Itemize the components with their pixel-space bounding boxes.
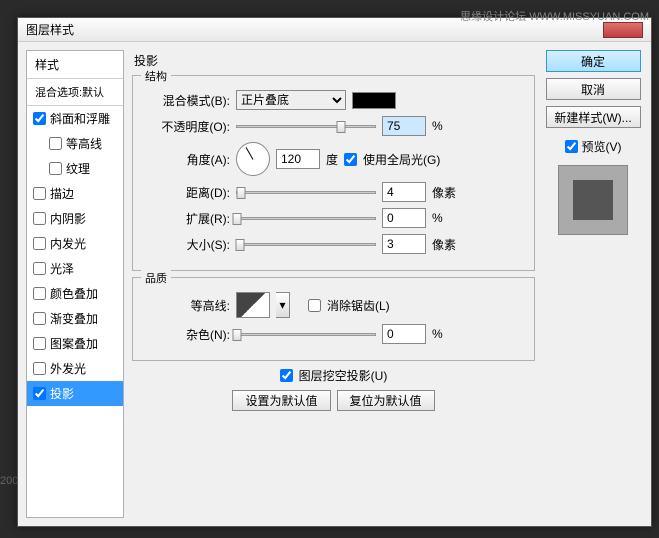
style-checkbox[interactable] xyxy=(33,362,46,375)
size-slider[interactable] xyxy=(236,243,376,246)
angle-input[interactable] xyxy=(276,149,320,169)
right-panel: 确定 取消 新建样式(W)... 预览(V) xyxy=(543,50,643,518)
size-label: 大小(S): xyxy=(145,236,230,253)
style-label: 内阴影 xyxy=(50,210,86,227)
shadow-color-swatch[interactable] xyxy=(352,92,396,109)
angle-label: 角度(A): xyxy=(145,151,230,168)
knockout-label: 图层挖空投影(U) xyxy=(299,367,388,384)
cancel-button[interactable]: 取消 xyxy=(546,78,641,100)
style-item-2[interactable]: 纹理 xyxy=(27,156,123,181)
blend-mode-select[interactable]: 正片叠底 xyxy=(236,90,346,110)
noise-slider[interactable] xyxy=(236,333,376,336)
style-checkbox[interactable] xyxy=(49,162,62,175)
style-checkbox[interactable] xyxy=(33,212,46,225)
style-label: 纹理 xyxy=(66,160,90,177)
style-item-5[interactable]: 内发光 xyxy=(27,231,123,256)
style-label: 斜面和浮雕 xyxy=(50,110,110,127)
style-checkbox[interactable] xyxy=(33,262,46,275)
watermark-top: 思缘设计论坛 WWW.MISSYUAN.COM xyxy=(460,8,649,24)
style-item-11[interactable]: 投影 xyxy=(27,381,123,406)
angle-dial[interactable] xyxy=(236,142,270,176)
distance-slider[interactable] xyxy=(236,191,376,194)
style-checkbox[interactable] xyxy=(33,287,46,300)
global-light-label: 使用全局光(G) xyxy=(363,151,440,168)
watermark-left: 200 xyxy=(0,475,18,487)
antialias-checkbox[interactable] xyxy=(308,299,321,312)
angle-unit: 度 xyxy=(326,151,338,168)
opacity-label: 不透明度(O): xyxy=(145,118,230,135)
structure-group: 结构 混合模式(B): 正片叠底 不透明度(O): % 角度(A): 度 xyxy=(132,75,535,271)
preview-label: 预览(V) xyxy=(582,138,622,155)
reset-default-button[interactable]: 复位为默认值 xyxy=(337,390,435,411)
opacity-slider[interactable] xyxy=(236,125,376,128)
opacity-input[interactable] xyxy=(382,116,426,136)
style-checkbox[interactable] xyxy=(33,312,46,325)
noise-unit: % xyxy=(432,327,443,341)
styles-header[interactable]: 样式 xyxy=(27,51,123,79)
main-panel: 投影 结构 混合模式(B): 正片叠底 不透明度(O): % 角度(A): xyxy=(132,50,535,518)
spread-label: 扩展(R): xyxy=(145,210,230,227)
style-item-9[interactable]: 图案叠加 xyxy=(27,331,123,356)
preview-box xyxy=(558,165,628,235)
noise-input[interactable] xyxy=(382,324,426,344)
style-label: 等高线 xyxy=(66,135,102,152)
contour-label: 等高线: xyxy=(145,297,230,314)
set-default-button[interactable]: 设置为默认值 xyxy=(232,390,330,411)
style-item-7[interactable]: 颜色叠加 xyxy=(27,281,123,306)
styles-panel: 样式 混合选项:默认 斜面和浮雕等高线纹理描边内阴影内发光光泽颜色叠加渐变叠加图… xyxy=(26,50,124,518)
effect-title: 投影 xyxy=(132,50,535,75)
preview-swatch xyxy=(573,180,613,220)
style-checkbox[interactable] xyxy=(33,112,46,125)
size-unit: 像素 xyxy=(432,236,456,253)
global-light-checkbox[interactable] xyxy=(344,153,357,166)
size-input[interactable] xyxy=(382,234,426,254)
style-item-10[interactable]: 外发光 xyxy=(27,356,123,381)
preview-toggle[interactable]: 预览(V) xyxy=(565,138,622,155)
blend-options[interactable]: 混合选项:默认 xyxy=(27,79,123,106)
antialias-label: 消除锯齿(L) xyxy=(327,297,390,314)
style-checkbox[interactable] xyxy=(49,137,62,150)
structure-title: 结构 xyxy=(141,68,171,84)
distance-unit: 像素 xyxy=(432,184,456,201)
ok-button[interactable]: 确定 xyxy=(546,50,641,72)
distance-input[interactable] xyxy=(382,182,426,202)
blend-mode-label: 混合模式(B): xyxy=(145,92,230,109)
style-item-1[interactable]: 等高线 xyxy=(27,131,123,156)
style-label: 渐变叠加 xyxy=(50,310,98,327)
style-checkbox[interactable] xyxy=(33,387,46,400)
style-item-6[interactable]: 光泽 xyxy=(27,256,123,281)
style-label: 颜色叠加 xyxy=(50,285,98,302)
style-item-0[interactable]: 斜面和浮雕 xyxy=(27,106,123,131)
preview-checkbox[interactable] xyxy=(565,140,578,153)
dialog-title: 图层样式 xyxy=(26,21,74,38)
style-label: 图案叠加 xyxy=(50,335,98,352)
new-style-button[interactable]: 新建样式(W)... xyxy=(546,106,641,128)
distance-label: 距离(D): xyxy=(145,184,230,201)
style-label: 光泽 xyxy=(50,260,74,277)
contour-dropdown[interactable]: ▾ xyxy=(276,292,290,318)
noise-label: 杂色(N): xyxy=(145,326,230,343)
spread-unit: % xyxy=(432,211,443,225)
layer-style-dialog: 图层样式 样式 混合选项:默认 斜面和浮雕等高线纹理描边内阴影内发光光泽颜色叠加… xyxy=(17,17,652,527)
style-checkbox[interactable] xyxy=(33,337,46,350)
style-label: 内发光 xyxy=(50,235,86,252)
style-item-4[interactable]: 内阴影 xyxy=(27,206,123,231)
spread-input[interactable] xyxy=(382,208,426,228)
quality-title: 品质 xyxy=(141,270,171,286)
spread-slider[interactable] xyxy=(236,217,376,220)
quality-group: 品质 等高线: ▾ 消除锯齿(L) 杂色(N): % xyxy=(132,277,535,361)
style-label: 投影 xyxy=(50,385,74,402)
style-item-3[interactable]: 描边 xyxy=(27,181,123,206)
style-checkbox[interactable] xyxy=(33,237,46,250)
style-label: 描边 xyxy=(50,185,74,202)
style-label: 外发光 xyxy=(50,360,86,377)
style-item-8[interactable]: 渐变叠加 xyxy=(27,306,123,331)
knockout-checkbox[interactable] xyxy=(280,369,293,382)
contour-swatch[interactable] xyxy=(236,292,270,318)
style-checkbox[interactable] xyxy=(33,187,46,200)
opacity-unit: % xyxy=(432,119,443,133)
